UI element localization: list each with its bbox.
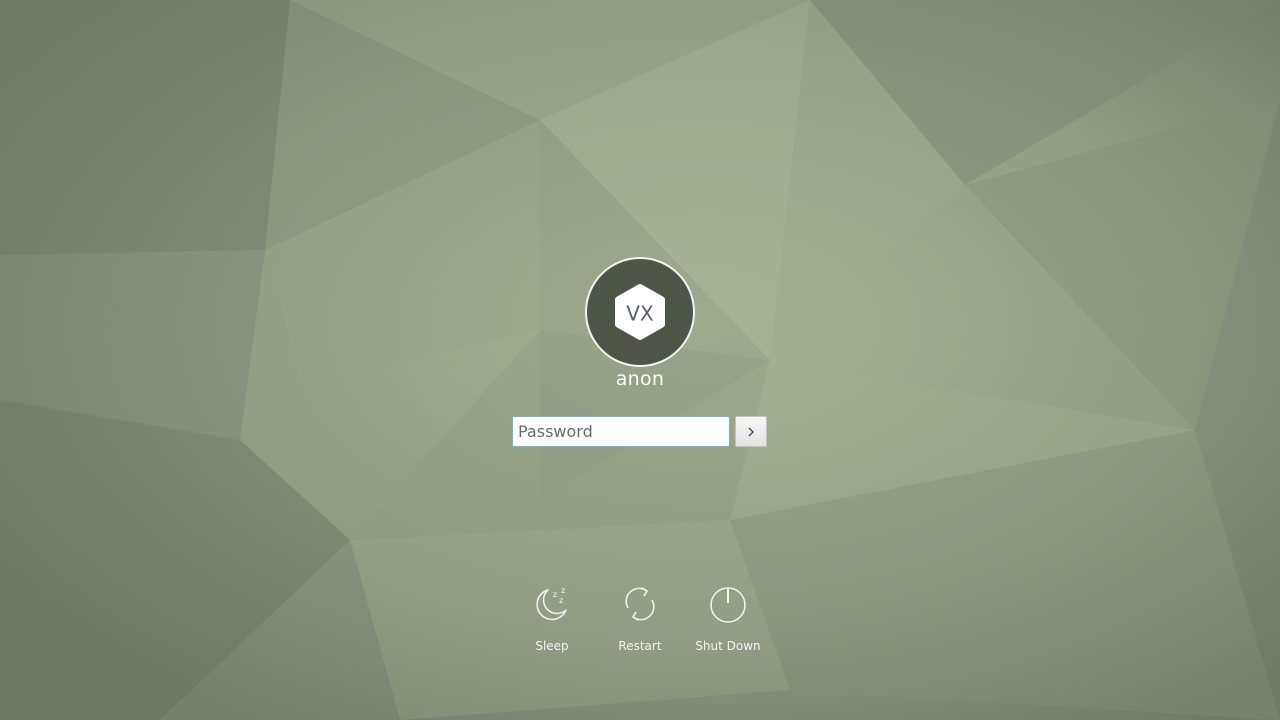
- svg-text:z: z: [561, 586, 565, 595]
- user-avatar[interactable]: VX: [585, 257, 695, 367]
- restart-icon: [625, 587, 655, 621]
- svg-text:z: z: [553, 590, 557, 599]
- restart-button[interactable]: Restart: [595, 584, 685, 653]
- chevron-right-icon: [748, 427, 754, 436]
- login-screen: VX anon z z z Sleep Restart Shut Down: [0, 0, 1280, 720]
- login-submit-button[interactable]: [735, 416, 767, 447]
- user-hexagon-icon: VX: [615, 284, 665, 340]
- sleep-button[interactable]: z z z Sleep: [507, 584, 597, 653]
- shutdown-label: Shut Down: [695, 639, 761, 653]
- password-input[interactable]: [512, 416, 730, 447]
- sleep-label: Sleep: [535, 639, 569, 653]
- user-initials: VX: [626, 302, 654, 326]
- restart-label: Restart: [618, 639, 662, 653]
- sleep-moon-icon: z z z: [536, 586, 567, 621]
- shutdown-button[interactable]: Shut Down: [683, 584, 773, 653]
- svg-text:z: z: [559, 596, 563, 605]
- username-label: anon: [615, 368, 665, 390]
- power-icon: [710, 587, 746, 623]
